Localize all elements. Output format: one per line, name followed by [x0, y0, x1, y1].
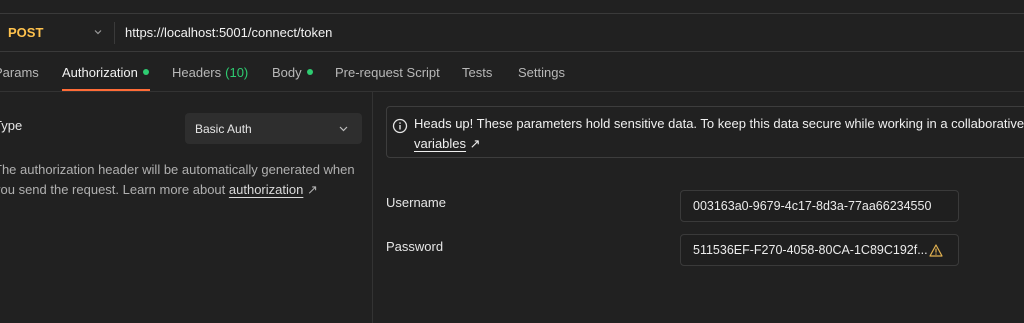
tab-label: Tests [462, 64, 493, 80]
tab-tests[interactable]: Tests [462, 52, 492, 92]
notice-text: Heads up! These parameters hold sensitiv… [414, 116, 1024, 131]
tab-authorization[interactable]: Authorization [62, 52, 149, 92]
variables-link[interactable]: variables [414, 136, 466, 151]
help-line-2: you send the request. Learn more about a… [0, 180, 364, 200]
username-value: 003163a0-9679-4c17-8d3a-77aa66234550 [693, 199, 932, 213]
tab-params[interactable]: Params [0, 52, 39, 92]
password-label: Password [386, 239, 444, 254]
username-label: Username [386, 195, 446, 210]
password-value: 511536EF-F270-4058-80CA-1C89C192f... [693, 243, 928, 257]
tab-pre-request-script[interactable]: Pre-request Script [335, 52, 440, 92]
auth-type-value: Basic Auth [195, 121, 252, 136]
tab-label: Pre-request Script [335, 64, 440, 80]
auth-type-select[interactable]: Basic Auth [185, 113, 362, 144]
sensitive-data-notice: Heads up! These parameters hold sensitiv… [386, 106, 1024, 158]
type-label: Type [0, 118, 23, 133]
tab-label: Authorization [62, 64, 138, 80]
external-link-icon: ↗ [306, 182, 318, 197]
help-text: you send the request. Learn more about [0, 182, 226, 197]
request-url-bar: POST https://localhost:5001/connect/toke… [0, 14, 1024, 52]
tab-label: Body [272, 64, 302, 80]
help-line-1: The authorization header will be automat… [0, 162, 355, 177]
method-label: POST [8, 25, 44, 40]
password-field[interactable]: 511536EF-F270-4058-80CA-1C89C192f... [680, 234, 959, 266]
method-select[interactable]: POST [8, 14, 108, 51]
external-link-icon: ↗ [469, 136, 481, 151]
tab-headers[interactable]: Headers (10) [172, 52, 248, 92]
request-tabs: Params Authorization Headers (10) Body P… [0, 52, 1024, 92]
tab-label: Params [0, 64, 39, 80]
username-field[interactable]: 003163a0-9679-4c17-8d3a-77aa66234550 [680, 190, 959, 222]
info-icon [392, 118, 408, 134]
url-divider [114, 22, 115, 44]
headers-count: (10) [225, 64, 249, 80]
chevron-down-icon [339, 126, 348, 132]
auth-help-text: The authorization header will be automat… [0, 160, 364, 200]
auth-type-pane: Type Basic Auth The authorization header… [0, 92, 372, 323]
warning-icon [929, 244, 943, 257]
active-tab-indicator [62, 89, 150, 91]
tab-label: Settings [518, 64, 565, 80]
status-dot [306, 69, 313, 75]
status-dot [142, 69, 149, 75]
chevron-down-icon [94, 30, 102, 35]
tab-settings[interactable]: Settings [518, 52, 565, 92]
authorization-link[interactable]: authorization [229, 182, 303, 197]
tab-label: Headers [172, 64, 222, 80]
tab-body[interactable]: Body [272, 52, 313, 92]
pane-divider [372, 92, 373, 323]
url-input[interactable]: https://localhost:5001/connect/token [125, 14, 332, 51]
notice-link-line: variables ↗ [414, 136, 481, 152]
